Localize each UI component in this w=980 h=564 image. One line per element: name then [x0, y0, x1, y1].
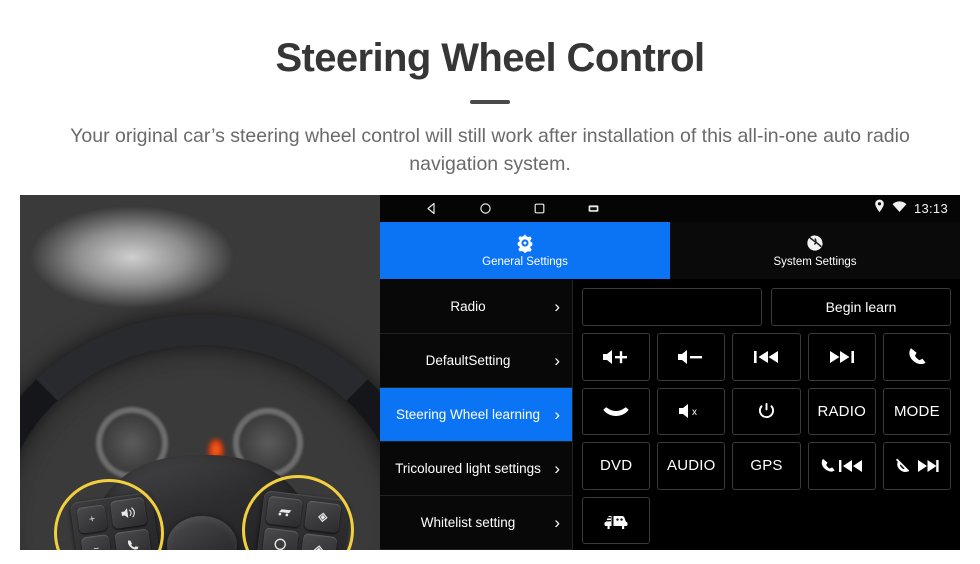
learn-status-input[interactable] [582, 288, 762, 326]
key-answer-call[interactable] [882, 333, 951, 381]
key-label: DVD [599, 457, 633, 475]
key-previous-track[interactable] [732, 333, 801, 381]
page-header: Steering Wheel Control Your original car… [0, 0, 980, 179]
key-phone-reject-next[interactable] [882, 442, 951, 490]
key-label: AUDIO [667, 457, 716, 475]
android-head-unit-screen: 13:13 General Settings System Settings R… [380, 195, 960, 550]
system-logo-icon [805, 233, 825, 253]
begin-learn-button[interactable]: Begin learn [771, 288, 951, 326]
key-volume-down[interactable] [657, 333, 726, 381]
settings-tabs: General Settings System Settings [380, 222, 960, 280]
page-title: Steering Wheel Control [275, 36, 705, 80]
key-label: MODE [893, 402, 940, 420]
settings-body: Radio › DefaultSetting › Steering Wheel … [380, 280, 960, 550]
key-label: GPS [750, 457, 783, 475]
key-volume-up[interactable] [582, 333, 651, 381]
steering-wheel-learning-panel: Begin learn x RADIO MODE DVD AUDIO GPS [573, 280, 960, 550]
key-mute[interactable]: x [657, 387, 726, 435]
key-empty-4 [883, 497, 951, 545]
wifi-icon [892, 200, 907, 218]
tab-general-settings[interactable]: General Settings [380, 222, 670, 280]
chevron-right-icon: › [554, 512, 560, 532]
key-radio[interactable]: RADIO [807, 387, 876, 435]
location-pin-icon [874, 199, 885, 218]
key-power[interactable] [732, 387, 801, 435]
title-divider [470, 100, 510, 104]
steering-wheel-photo: + − [20, 195, 380, 550]
sidebar-item-label: DefaultSetting [425, 352, 511, 368]
sidebar-item-label: Steering Wheel learning [395, 406, 541, 422]
sidebar-item-radio[interactable]: Radio › [380, 280, 572, 334]
gear-icon [515, 233, 535, 253]
chevron-right-icon: › [554, 404, 560, 424]
status-clock: 13:13 [913, 201, 948, 216]
key-hangup-call[interactable] [582, 387, 651, 435]
sidebar-item-label: Radio [450, 298, 486, 314]
sidebar-item-tricoloured-light-settings[interactable]: Tricoloured light settings › [380, 442, 572, 496]
key-empty-1 [657, 497, 725, 545]
chevron-right-icon: › [554, 458, 560, 478]
back-icon[interactable] [424, 202, 438, 216]
panel-top-row: Begin learn [582, 288, 951, 326]
chevron-right-icon: › [554, 350, 560, 370]
steering-wheel-key-grid: x RADIO MODE DVD AUDIO GPS [582, 333, 951, 544]
tab-system-settings-label: System Settings [773, 256, 857, 268]
home-icon[interactable] [478, 202, 492, 216]
navigation-keys [424, 202, 600, 216]
tab-general-settings-label: General Settings [482, 256, 568, 268]
chevron-right-icon: › [554, 296, 560, 316]
svg-text:x: x [692, 407, 697, 418]
status-bar-indicators: 13:13 [874, 195, 948, 222]
key-empty-2 [732, 497, 800, 545]
sidebar-item-steering-wheel-learning[interactable]: Steering Wheel learning › [380, 388, 572, 442]
key-phone-previous[interactable] [807, 442, 876, 490]
recents-icon[interactable] [532, 202, 546, 216]
key-mode[interactable]: MODE [882, 387, 951, 435]
media-row: + − 13:13 General Settings System Settin… [20, 195, 960, 550]
tab-system-settings[interactable]: System Settings [670, 222, 960, 280]
key-dvd[interactable]: DVD [582, 442, 651, 490]
sidebar-item-label: Tricoloured light settings [395, 460, 541, 476]
settings-sidebar: Radio › DefaultSetting › Steering Wheel … [380, 280, 573, 550]
key-next-track[interactable] [807, 333, 876, 381]
status-bar: 13:13 [380, 195, 960, 222]
key-gps[interactable]: GPS [732, 442, 801, 490]
key-label: RADIO [817, 402, 866, 420]
screenshot-icon[interactable] [586, 202, 600, 216]
page-subtitle: Your original car’s steering wheel contr… [70, 125, 910, 176]
key-audio[interactable]: AUDIO [657, 442, 726, 490]
sidebar-item-whitelist-setting[interactable]: Whitelist setting › [380, 496, 572, 550]
key-empty-3 [808, 497, 876, 545]
sidebar-item-defaultsetting[interactable]: DefaultSetting › [380, 334, 572, 388]
sidebar-item-label: Whitelist setting [420, 514, 516, 530]
key-car-settings[interactable] [582, 496, 651, 544]
